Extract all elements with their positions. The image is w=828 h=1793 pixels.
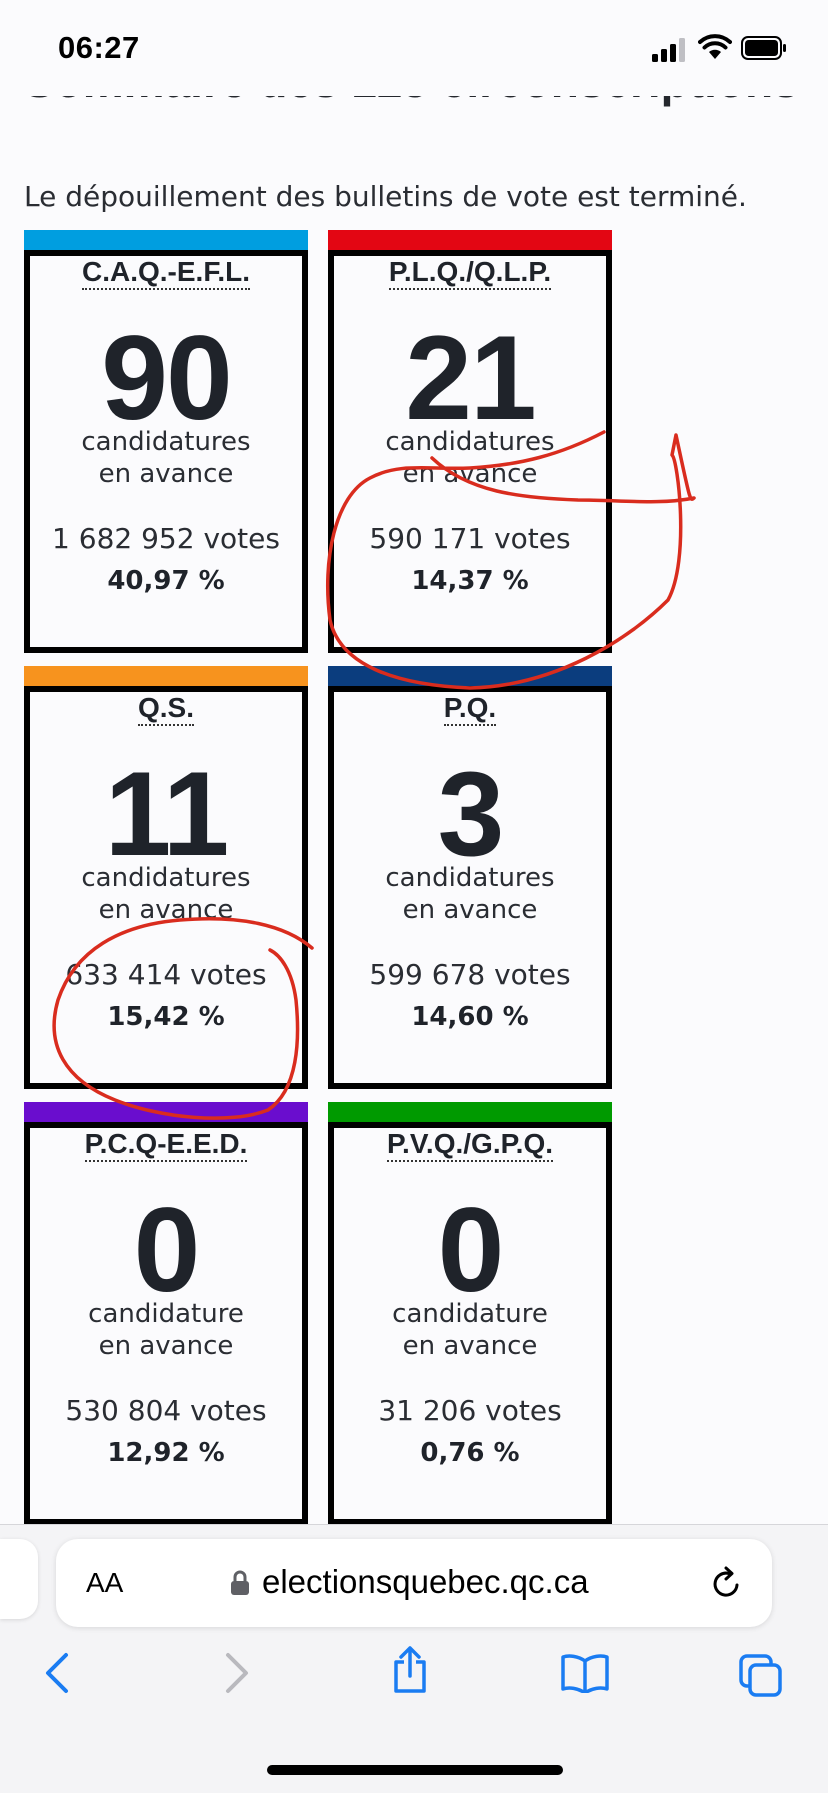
votes-count: 31 206 votes xyxy=(378,1394,562,1427)
count-status-text: Le dépouillement des bulletins de vote e… xyxy=(24,180,747,213)
cellular-signal-icon xyxy=(652,38,688,62)
seats-count: 21 xyxy=(405,311,536,445)
address-bar[interactable]: AA electionsquebec.qc.ca xyxy=(56,1539,772,1627)
party-card: C.A.Q.-E.F.L. 90 candidatures en avance 1 68… xyxy=(24,230,308,653)
vote-percentage: 0,76 % xyxy=(420,1438,520,1468)
vote-percentage: 12,92 % xyxy=(107,1438,225,1468)
leading-candidates-label: candidatures en avance xyxy=(81,863,251,925)
leading-candidates-label: candidatures en avance xyxy=(385,863,555,925)
leading-candidates-label: candidatures en avance xyxy=(385,427,555,489)
votes-count: 1 682 952 votes xyxy=(52,522,280,555)
tabs-icon[interactable] xyxy=(738,1653,784,1697)
party-color-stripe xyxy=(328,230,612,250)
clock-time: 06:27 xyxy=(58,30,140,65)
party-color-stripe xyxy=(328,666,612,686)
party-abbreviation-link[interactable]: P.L.Q./Q.L.P. xyxy=(328,256,612,290)
party-color-stripe xyxy=(24,666,308,686)
votes-count: 599 678 votes xyxy=(369,958,571,991)
party-color-stripe xyxy=(24,1102,308,1122)
votes-count: 633 414 votes xyxy=(65,958,267,991)
status-bar: 06:27 xyxy=(0,0,828,96)
wifi-icon xyxy=(698,34,732,59)
leading-candidates-label: candidature en avance xyxy=(392,1299,548,1361)
party-color-stripe xyxy=(24,230,308,250)
party-abbreviation-link[interactable]: P.Q. xyxy=(328,692,612,726)
party-card: P.V.Q./G.P.Q. 0 candidature en avance 31 206… xyxy=(328,1102,612,1525)
reload-icon[interactable] xyxy=(710,1565,744,1601)
browser-toolbar: AA electionsquebec.qc.ca xyxy=(0,1524,828,1793)
party-abbreviation-link[interactable]: Q.S. xyxy=(24,692,308,726)
seats-count: 11 xyxy=(104,747,230,881)
url-text[interactable]: electionsquebec.qc.ca xyxy=(262,1563,589,1601)
leading-candidates-label: candidature en avance xyxy=(88,1299,244,1361)
battery-icon xyxy=(741,36,786,60)
vote-percentage: 14,60 % xyxy=(411,1002,529,1032)
share-icon[interactable] xyxy=(390,1645,430,1695)
leading-candidates-label: candidatures en avance xyxy=(81,427,251,489)
party-card: P.Q. 3 candidatures en avance 599 678 votes 1… xyxy=(328,666,612,1089)
party-abbreviation-link[interactable]: P.V.Q./G.P.Q. xyxy=(328,1128,612,1162)
party-card: P.L.Q./Q.L.P. 21 candidatures en avance 590 … xyxy=(328,230,612,653)
party-card: Q.S. 11 candidatures en avance 633 414 votes… xyxy=(24,666,308,1089)
home-indicator xyxy=(267,1765,563,1775)
seats-count: 3 xyxy=(437,747,505,881)
vote-percentage: 40,97 % xyxy=(107,566,225,596)
vote-percentage: 14,37 % xyxy=(411,566,529,596)
seats-count: 90 xyxy=(101,311,232,445)
party-card: P.C.Q-E.E.D. 0 candidature en avance 530 804… xyxy=(24,1102,308,1525)
previous-tab-preview[interactable] xyxy=(0,1539,38,1619)
text-size-button[interactable]: AA xyxy=(86,1567,123,1599)
lock-icon xyxy=(231,1570,249,1595)
seats-count: 0 xyxy=(437,1183,505,1317)
back-icon[interactable] xyxy=(42,1651,72,1695)
votes-count: 530 804 votes xyxy=(65,1394,267,1427)
forward-icon[interactable] xyxy=(222,1651,252,1695)
seats-count: 0 xyxy=(133,1183,201,1317)
party-color-stripe xyxy=(328,1102,612,1122)
vote-percentage: 15,42 % xyxy=(107,1002,225,1032)
bookmarks-icon[interactable] xyxy=(560,1653,610,1693)
party-abbreviation-link[interactable]: C.A.Q.-E.F.L. xyxy=(24,256,308,290)
party-abbreviation-link[interactable]: P.C.Q-E.E.D. xyxy=(24,1128,308,1162)
votes-count: 590 171 votes xyxy=(369,522,571,555)
